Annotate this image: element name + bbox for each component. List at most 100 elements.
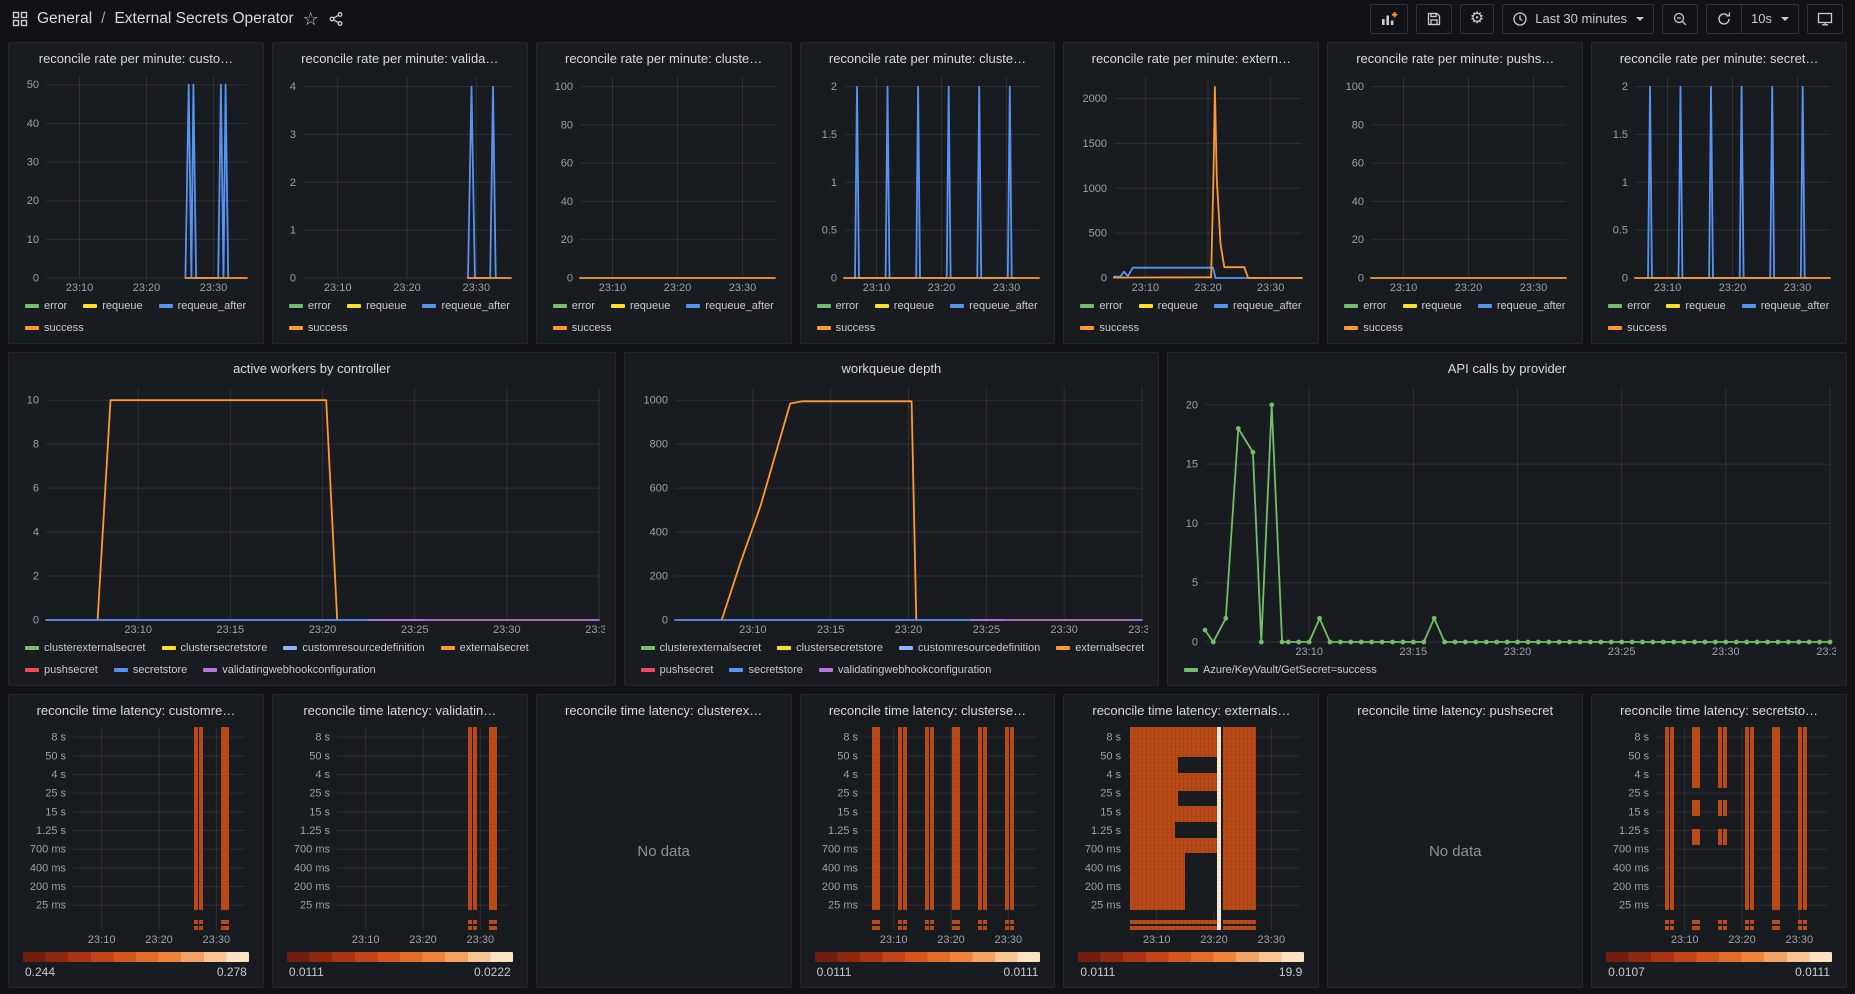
chart[interactable]: 23:1023:1523:2023:2523:3023:350246810 [19,381,605,636]
legend-item[interactable]: clustersecretstore [777,641,883,655]
legend-item[interactable]: success [817,321,876,335]
legend-item[interactable]: requeue_after [1478,299,1566,313]
panel-title[interactable]: API calls by provider [1178,359,1836,379]
chart[interactable]: 23:1023:2023:30020406080100 [1338,71,1572,294]
panel-title[interactable]: workqueue depth [635,359,1148,379]
panel-title[interactable]: reconcile rate per minute: valida… [283,49,517,69]
panel-title[interactable]: reconcile time latency: clusterse… [811,701,1045,721]
heatmap[interactable]: 23:1023:2023:308 s50 s4 s25 s15 s1.25 s7… [811,723,1045,946]
legend-item[interactable]: clusterexternalsecret [641,641,762,655]
breadcrumb-page-title[interactable]: External Secrets Operator [114,10,293,28]
panel-title[interactable]: reconcile rate per minute: custo… [19,49,253,69]
color-scale-labels: 0.01110.0222 [287,965,513,979]
svg-text:23:30: 23:30 [1784,282,1812,294]
panel-title[interactable]: reconcile time latency: customre… [19,701,253,721]
save-dashboard-button[interactable] [1416,4,1452,34]
legend-swatch [819,668,833,672]
svg-text:23:20: 23:20 [937,934,965,946]
cycle-view-mode-button[interactable] [1807,4,1843,34]
legend-item[interactable]: customresourcedefinition [899,641,1040,655]
zoom-out-button[interactable] [1662,4,1698,34]
legend-item[interactable]: requeue_after [422,299,510,313]
heatmap[interactable]: 23:1023:2023:308 s50 s4 s25 s15 s1.25 s7… [19,723,253,946]
legend-item[interactable]: requeue [1666,299,1725,313]
legend-item[interactable]: requeue [1403,299,1462,313]
legend-item[interactable]: requeue [611,299,670,313]
panel-title[interactable]: reconcile time latency: secretsto… [1602,701,1836,721]
add-panel-button[interactable] [1370,4,1408,34]
legend-label: validatingwebhookconfiguration [838,663,992,677]
legend-item[interactable]: success [1080,321,1139,335]
refresh-interval-select[interactable]: 10s [1742,4,1799,34]
legend-item[interactable]: Azure/KeyVault/GetSecret=success [1184,663,1377,677]
legend-label: secretstore [748,663,802,677]
legend-item[interactable]: requeue_after [1742,299,1830,313]
legend-item[interactable]: requeue [347,299,406,313]
legend-item[interactable]: requeue [1139,299,1198,313]
chart[interactable]: 23:1023:2023:3000.511.52 [1602,71,1836,294]
chart[interactable]: 23:1023:2023:30020406080100 [547,71,781,294]
heatmap[interactable]: 23:1023:2023:308 s50 s4 s25 s15 s1.25 s7… [1602,723,1836,946]
legend-item[interactable]: success [25,321,84,335]
panel-title[interactable]: reconcile rate per minute: pushs… [1338,49,1572,69]
legend-item[interactable]: requeue_after [950,299,1038,313]
share-icon[interactable] [328,11,344,27]
heatmap-cells [489,920,498,930]
legend-item[interactable]: error [1344,299,1386,313]
legend-item[interactable]: success [1344,321,1403,335]
panel-title[interactable]: reconcile time latency: clusterex… [547,701,781,721]
panel-title[interactable]: reconcile time latency: externals… [1074,701,1308,721]
legend-item[interactable]: error [289,299,331,313]
legend-item[interactable]: requeue_after [159,299,247,313]
heatmap-cells [1772,920,1781,930]
legend-item[interactable]: externalsecret [1056,641,1144,655]
svg-text:23:20: 23:20 [663,282,691,294]
legend-item[interactable]: secretstore [729,663,802,677]
legend-item[interactable]: validatingwebhookconfiguration [203,663,376,677]
legend-item[interactable]: error [553,299,595,313]
panel-title[interactable]: reconcile rate per minute: secret… [1602,49,1836,69]
legend-item[interactable]: requeue [83,299,142,313]
chart[interactable]: 23:1023:1523:2023:2523:3023:3505101520 [1178,381,1836,658]
chart[interactable]: 23:1023:2023:300500100015002000 [1074,71,1308,294]
heatmap[interactable]: 23:1023:2023:308 s50 s4 s25 s15 s1.25 s7… [283,723,517,946]
breadcrumb-section[interactable]: General [37,10,92,28]
legend-item[interactable]: success [1608,321,1667,335]
panel-title[interactable]: reconcile rate per minute: extern… [1074,49,1308,69]
dashboard-settings-button[interactable]: ⚙ [1460,4,1494,34]
chart[interactable]: 23:1023:1523:2023:2523:3023:350200400600… [635,381,1148,636]
legend-item[interactable]: externalsecret [441,641,529,655]
favorite-star-icon[interactable]: ☆ [303,11,319,27]
legend-item[interactable]: pushsecret [25,663,98,677]
legend-item[interactable]: success [553,321,612,335]
chart[interactable]: 23:1023:2023:3001234 [283,71,517,294]
panel-title[interactable]: active workers by controller [19,359,605,379]
legend-item[interactable]: requeue [875,299,934,313]
legend-item[interactable]: clusterexternalsecret [25,641,146,655]
heatmap[interactable]: 23:1023:2023:308 s50 s4 s25 s15 s1.25 s7… [1074,723,1308,946]
svg-text:2: 2 [290,177,296,189]
refresh-button[interactable] [1706,4,1742,34]
legend-item[interactable]: error [1608,299,1650,313]
apps-grid-icon[interactable] [12,11,28,27]
panel-title[interactable]: reconcile time latency: pushsecret [1338,701,1572,721]
panel-title[interactable]: reconcile rate per minute: cluste… [811,49,1045,69]
time-range-picker[interactable]: Last 30 minutes [1502,4,1654,34]
svg-text:4: 4 [290,81,296,93]
legend-item[interactable]: pushsecret [641,663,714,677]
legend-item[interactable]: requeue_after [686,299,774,313]
legend-item[interactable]: clustersecretstore [162,641,268,655]
chart[interactable]: 23:1023:2023:3000.511.52 [811,71,1045,294]
legend-item[interactable]: error [817,299,859,313]
chart[interactable]: 23:1023:2023:3001020304050 [19,71,253,294]
legend-item[interactable]: error [25,299,67,313]
legend-item[interactable]: validatingwebhookconfiguration [819,663,992,677]
legend-item[interactable]: error [1080,299,1122,313]
legend-item[interactable]: success [289,321,348,335]
legend-item[interactable]: secretstore [114,663,187,677]
legend-item[interactable]: customresourcedefinition [283,641,424,655]
legend-swatch [203,668,217,672]
legend-item[interactable]: requeue_after [1214,299,1302,313]
panel-title[interactable]: reconcile rate per minute: cluste… [547,49,781,69]
panel-title[interactable]: reconcile time latency: validatin… [283,701,517,721]
